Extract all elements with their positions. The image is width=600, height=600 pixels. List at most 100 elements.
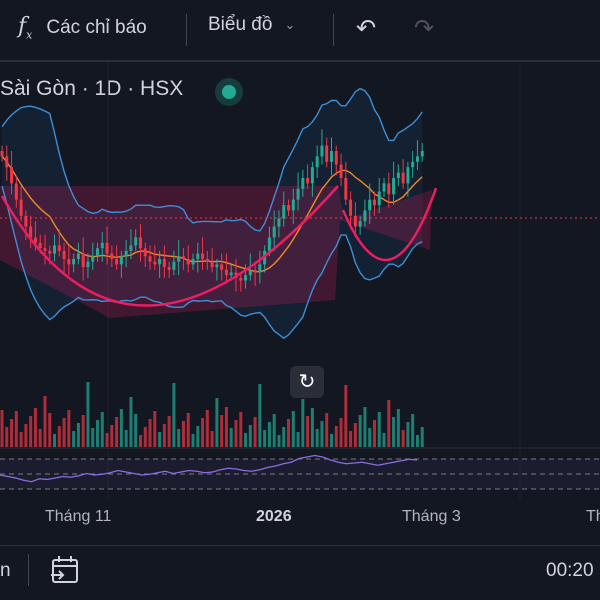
volume-bar	[229, 428, 233, 447]
volume-bar	[57, 426, 61, 447]
volume-bar	[329, 434, 333, 447]
volume-bar	[177, 429, 181, 447]
volume-bar	[368, 428, 372, 447]
volume-bar	[301, 399, 305, 447]
divider	[28, 554, 29, 586]
candle	[258, 264, 262, 273]
volume-bar	[148, 419, 152, 447]
volume-bar	[10, 419, 14, 447]
candle	[24, 215, 28, 227]
candle	[115, 259, 119, 265]
candle	[287, 205, 291, 211]
volume-bar	[339, 418, 343, 447]
reset-chart-button[interactable]: ↻	[290, 366, 324, 398]
volume-bar	[372, 420, 376, 447]
volume-bar	[138, 435, 142, 447]
volume-bar	[344, 385, 348, 447]
volume-bar	[91, 428, 95, 447]
volume-bar	[411, 414, 415, 447]
range-label[interactable]: n	[0, 560, 11, 582]
volume-bar	[5, 427, 9, 447]
volume-bar	[320, 421, 324, 447]
volume-bar	[291, 411, 295, 447]
volume-bar	[244, 433, 248, 447]
candle	[91, 256, 95, 262]
candle	[382, 183, 386, 192]
volume-bar	[415, 435, 419, 447]
volume-bar	[287, 419, 291, 447]
volume-bar	[387, 400, 391, 447]
volume-bar	[29, 416, 33, 447]
volume-bar	[196, 426, 200, 447]
candle	[325, 145, 329, 162]
candle	[86, 261, 90, 268]
volume-bar	[306, 416, 310, 447]
volume-bar	[282, 427, 286, 447]
candle	[210, 261, 214, 268]
volume-bar	[38, 429, 42, 447]
candle	[310, 167, 314, 184]
candle	[244, 275, 248, 281]
candle	[81, 253, 85, 268]
candle	[368, 199, 372, 211]
volume-bar	[353, 423, 357, 447]
candle	[358, 221, 362, 227]
candle	[306, 178, 310, 184]
volume-bar	[115, 417, 119, 447]
volume-bar	[263, 430, 267, 447]
candle	[253, 269, 257, 273]
volume-bar	[325, 413, 329, 447]
candle	[191, 259, 195, 265]
candle	[315, 156, 319, 168]
volume-bar	[201, 418, 205, 447]
volume-bar	[158, 432, 162, 447]
volume-bar	[239, 412, 243, 447]
volume-bar	[124, 430, 128, 447]
volume-bar	[134, 414, 138, 447]
candle	[420, 151, 424, 157]
candle	[100, 242, 104, 249]
candle	[267, 237, 271, 251]
candle	[148, 256, 152, 262]
volume-bar	[96, 420, 100, 447]
candle	[282, 205, 286, 219]
candle	[0, 151, 4, 157]
candle	[162, 259, 166, 268]
volume-bar	[267, 422, 271, 447]
candle	[215, 264, 219, 268]
candle	[205, 259, 209, 262]
time-axis-label: 2026	[256, 508, 292, 525]
volume-bar	[191, 434, 195, 447]
candle	[401, 172, 405, 184]
candle	[153, 261, 157, 265]
candle	[272, 226, 276, 238]
volume-bar	[129, 397, 133, 447]
candle	[53, 245, 57, 254]
candle	[110, 253, 114, 259]
volume-bar	[76, 423, 80, 447]
candle	[329, 151, 333, 162]
volume-bar	[258, 384, 262, 447]
volume-bar	[205, 410, 209, 447]
candle	[62, 250, 66, 259]
price-chart[interactable]	[0, 0, 600, 540]
volume-bar	[382, 433, 386, 447]
candle	[334, 151, 338, 165]
candle	[201, 253, 205, 259]
candle	[43, 248, 47, 251]
volume-bar	[33, 408, 37, 447]
volume-bar	[0, 410, 4, 447]
candle	[387, 183, 391, 195]
candle	[248, 269, 252, 276]
candle	[57, 245, 61, 251]
candle	[181, 256, 185, 259]
volume-bar	[224, 407, 228, 447]
candle	[124, 250, 128, 257]
volume-bar	[172, 383, 176, 447]
volume-bar	[377, 412, 381, 447]
candle	[291, 199, 295, 211]
volume-bar	[143, 427, 147, 447]
volume-bar	[14, 411, 18, 447]
go-to-date-icon[interactable]	[50, 554, 78, 583]
candle	[320, 145, 324, 157]
